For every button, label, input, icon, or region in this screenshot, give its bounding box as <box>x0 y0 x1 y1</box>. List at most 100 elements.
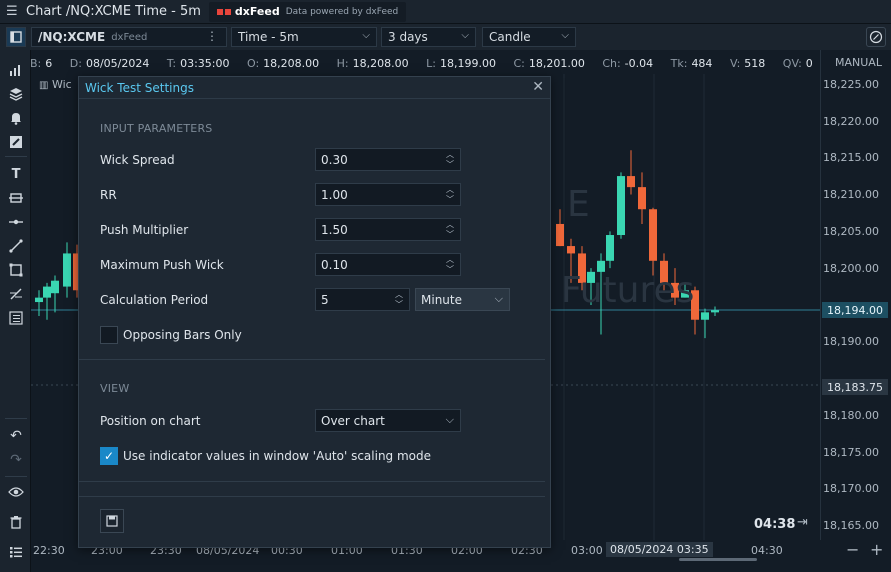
time-label: 03:00 <box>571 544 603 557</box>
chart-toolbar: /NQ:XCME dxFeed ⋮ Time - 5m ⌵ 3 days ⌵ C… <box>0 24 891 50</box>
candle-body <box>649 209 657 261</box>
spin-down-icon[interactable]: ﹀ <box>446 230 454 239</box>
time-label: 04:30 <box>751 544 783 557</box>
rectangle-tool-icon[interactable] <box>6 260 26 280</box>
spin-up-icon[interactable]: ︿ <box>446 150 454 159</box>
menu-icon[interactable]: ☰ <box>6 4 24 19</box>
panel-toggle-button[interactable] <box>6 27 26 47</box>
rr-stepper[interactable]: ︿ ﹀ <box>444 185 456 204</box>
object-list-icon[interactable] <box>6 542 26 562</box>
section-divider <box>79 481 545 482</box>
calc-period-unit-dropdown[interactable]: Minute ⌵ <box>415 288 510 311</box>
info-close: 18,201.00 <box>528 57 585 70</box>
zoom-out-icon[interactable]: − <box>846 540 859 559</box>
close-icon[interactable]: ✕ <box>532 79 544 95</box>
max-push-wick-input[interactable]: 0.10 ︿ ﹀ <box>315 253 461 276</box>
save-template-button[interactable] <box>100 509 124 533</box>
feed-badge: dxFeed Data powered by dxFeed <box>208 1 407 22</box>
candle-body <box>606 235 614 261</box>
horizontal-channel-icon[interactable] <box>6 188 26 208</box>
spin-down-icon[interactable]: ﹀ <box>446 160 454 169</box>
marker-price-tag: 18,183.75 <box>822 379 888 395</box>
chevron-down-icon: ⌵ <box>461 30 469 41</box>
kebab-menu-icon[interactable]: ⋮ <box>206 29 218 43</box>
pencil-icon[interactable] <box>6 132 26 152</box>
checkmark-icon: ✓ <box>103 449 115 463</box>
candle-body <box>43 286 51 298</box>
text-tool-icon[interactable]: T <box>6 164 26 184</box>
spin-up-icon[interactable]: ︿ <box>446 220 454 229</box>
indicator-legend: ▥ Wic <box>39 78 72 91</box>
time-label: 22:30 <box>33 544 65 557</box>
price-label: 18,225.00 <box>823 78 879 91</box>
link-icon <box>869 30 883 44</box>
price-label: 18,165.00 <box>823 519 879 532</box>
spin-down-icon[interactable]: ﹀ <box>446 265 454 274</box>
zoom-in-icon[interactable]: + <box>870 540 883 559</box>
trash-icon[interactable] <box>6 512 26 532</box>
info-low: 18,199.00 <box>439 57 496 70</box>
wick-spread-input[interactable]: 0.30 ︿ ﹀ <box>315 148 461 171</box>
link-button[interactable] <box>866 27 886 47</box>
chevron-down-icon: ⌵ <box>362 30 370 41</box>
current-price-tag: 18,194.00 <box>822 302 888 318</box>
price-axis-mode: MANUAL <box>835 56 882 69</box>
spin-up-icon[interactable]: ︿ <box>395 290 403 299</box>
push-multiplier-input[interactable]: 1.50 ︿ ﹀ <box>315 218 461 241</box>
max-push-wick-stepper[interactable]: ︿ ﹀ <box>444 255 456 274</box>
candle-body <box>556 223 564 247</box>
info-date: 08/05/2024 <box>85 57 150 70</box>
chart-type-dropdown[interactable]: Candle ⌵ <box>482 27 576 47</box>
max-push-wick-value: 0.10 <box>321 257 348 272</box>
push-multiplier-stepper[interactable]: ︿ ﹀ <box>444 220 456 239</box>
candle-body <box>627 176 635 188</box>
calc-period-stepper[interactable]: ︿ ﹀ <box>393 290 405 309</box>
alert-bell-icon[interactable] <box>6 108 26 128</box>
undo-icon[interactable]: ↶ <box>6 426 26 446</box>
fibonacci-icon[interactable] <box>6 284 26 304</box>
wick-spread-stepper[interactable]: ︿ ﹀ <box>444 150 456 169</box>
list-tool-icon[interactable] <box>6 308 26 328</box>
indicator-legend-label: Wic <box>51 78 72 91</box>
price-label: 18,175.00 <box>823 446 879 459</box>
panel-icon <box>10 31 22 43</box>
opposing-bars-checkbox[interactable] <box>100 326 118 344</box>
indicators-icon[interactable] <box>6 60 26 80</box>
timeframe-dropdown[interactable]: Time - 5m ⌵ <box>231 27 377 47</box>
spin-up-icon[interactable]: ︿ <box>446 185 454 194</box>
spin-up-icon[interactable]: ︿ <box>446 255 454 264</box>
range-dropdown[interactable]: 3 days ⌵ <box>381 27 476 47</box>
price-axis[interactable]: MANUAL 18,225.00 18,220.00 18,215.00 18,… <box>820 50 891 540</box>
scroll-to-end-icon[interactable]: ⇥ <box>797 515 808 530</box>
symbol-selector[interactable]: /NQ:XCME dxFeed ⋮ <box>31 27 227 47</box>
trend-line-icon[interactable] <box>6 236 26 256</box>
layers-icon[interactable] <box>6 84 26 104</box>
spin-down-icon[interactable]: ﹀ <box>395 300 403 309</box>
dialog-title-bar: Wick Test Settings ✕ <box>79 77 550 99</box>
rr-label: RR <box>100 188 117 202</box>
sidebar-divider <box>5 156 27 157</box>
candle-body <box>567 246 575 254</box>
feed-powered-text: Data powered by dxFeed <box>285 6 399 17</box>
auto-scaling-checkbox[interactable]: ✓ <box>100 447 118 465</box>
chevron-down-icon: ⌵ <box>561 30 569 41</box>
position-value: Over chart <box>321 413 385 428</box>
range-value: 3 days <box>388 30 428 44</box>
push-multiplier-value: 1.50 <box>321 222 348 237</box>
calc-period-input[interactable]: 5 ︿ ﹀ <box>315 288 410 311</box>
horizontal-line-icon[interactable] <box>6 212 26 232</box>
price-label: 18,205.00 <box>823 225 879 238</box>
price-label: 18,215.00 <box>823 151 879 164</box>
rr-input[interactable]: 1.00 ︿ ﹀ <box>315 183 461 206</box>
clock-label: 04:38 <box>754 517 796 532</box>
redo-icon[interactable]: ↷ <box>6 450 26 470</box>
spin-down-icon[interactable]: ﹀ <box>446 195 454 204</box>
eye-icon[interactable] <box>6 482 26 502</box>
position-dropdown[interactable]: Over chart ⌵ <box>315 409 461 432</box>
position-label: Position on chart <box>100 414 201 428</box>
push-multiplier-label: Push Multiplier <box>100 223 189 237</box>
timeframe-value: Time - 5m <box>238 30 299 44</box>
time-scrollbar[interactable] <box>679 558 757 561</box>
price-label: 18,170.00 <box>823 482 879 495</box>
price-label: 18,190.00 <box>823 335 879 348</box>
